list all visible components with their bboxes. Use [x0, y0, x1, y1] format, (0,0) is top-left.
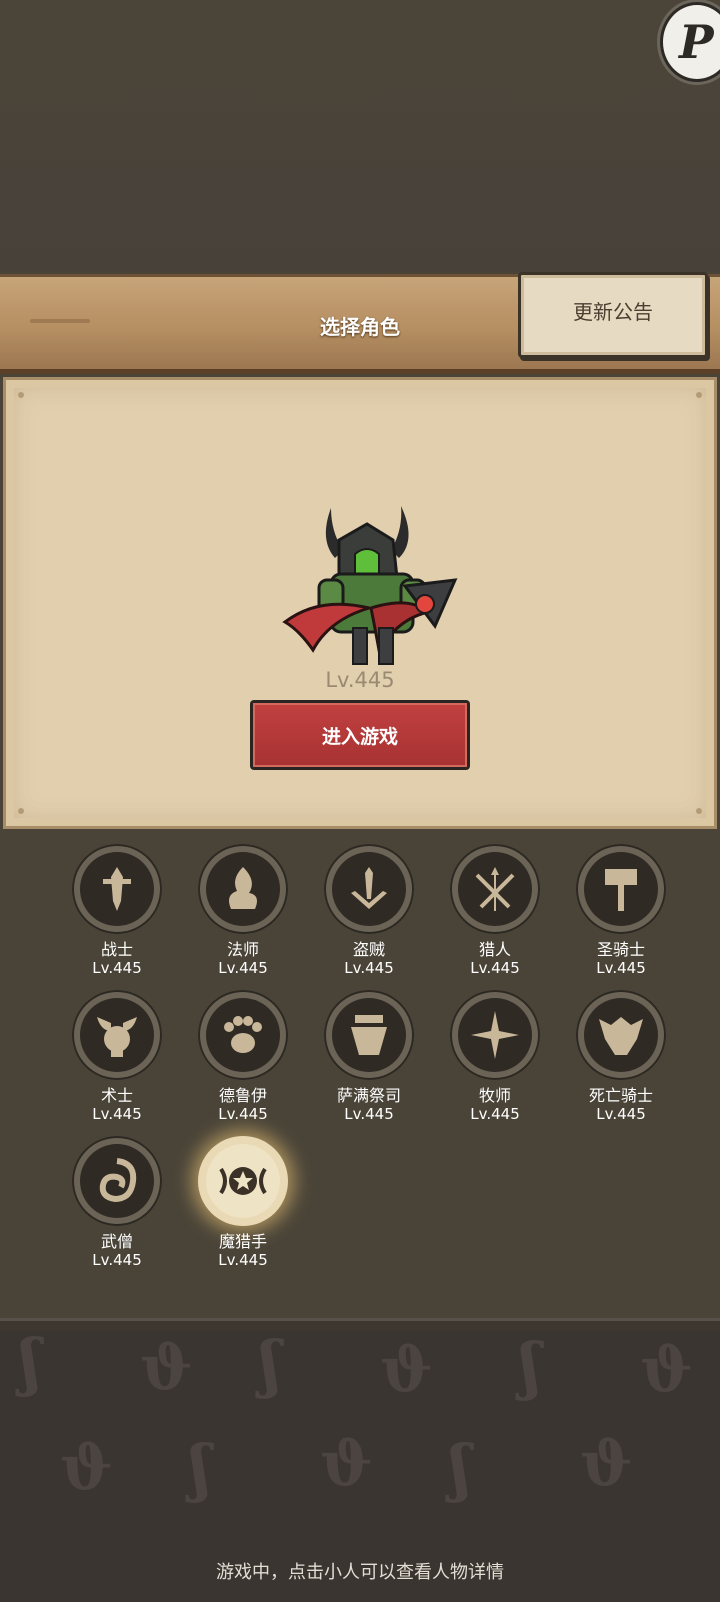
class-paladin[interactable]: 圣骑士 Lv.445 [562, 844, 672, 984]
class-level: Lv.445 [92, 1251, 142, 1269]
top-area [0, 0, 720, 272]
watermark-icon: ʃ [20, 1331, 41, 1398]
update-notice-button[interactable]: 更新公告 [518, 272, 708, 358]
skull-icon [97, 1017, 137, 1057]
footer-hint: 游戏中，点击小人可以查看人物详情 [216, 1562, 504, 1583]
star-crest-icon [219, 1167, 267, 1195]
sword-icon [103, 867, 131, 911]
watermark-icon: ʃ [190, 1431, 211, 1504]
class-name: 萨满祭司 [336, 1086, 401, 1105]
helm-icon [599, 1017, 643, 1055]
class-name: 牧师 [478, 1086, 511, 1105]
class-level: Lv.445 [344, 1105, 394, 1123]
arrows-icon [475, 867, 515, 911]
class-name: 战士 [100, 940, 133, 959]
watermark-icon: ʃ [260, 1331, 281, 1400]
class-name: 圣骑士 [596, 940, 645, 959]
watermark-icon: ʃ [450, 1431, 471, 1504]
paw-icon [224, 1016, 262, 1053]
class-level: Lv.445 [470, 959, 520, 977]
class-druid[interactable]: 德鲁伊 Lv.445 [184, 990, 294, 1130]
hammer-icon [605, 869, 637, 911]
flame-icon [229, 867, 257, 909]
hero-level: Lv.445 [325, 668, 395, 692]
class-warrior[interactable]: 战士 Lv.445 [58, 844, 168, 984]
class-priest[interactable]: 牧师 Lv.445 [436, 990, 546, 1130]
hero-character[interactable] [279, 500, 463, 680]
panel-nail [18, 392, 24, 398]
class-level: Lv.445 [218, 1105, 268, 1123]
class-level: Lv.445 [92, 1105, 142, 1123]
swirl-icon [99, 1158, 137, 1203]
panel-nail [696, 808, 702, 814]
class-level: Lv.445 [218, 1251, 268, 1269]
class-mage[interactable]: 法师 Lv.445 [184, 844, 294, 984]
class-death-knight[interactable]: 死亡骑士 Lv.445 [562, 990, 672, 1130]
class-level: Lv.445 [344, 959, 394, 977]
class-demon-hunter[interactable]: 魔猎手 Lv.445 [184, 1136, 294, 1276]
class-selection-grid: 战士 Lv.445 法师 Lv.445 盗贼 Lv.445 猎人 Lv.445 … [58, 844, 678, 1274]
class-name: 死亡骑士 [588, 1086, 653, 1105]
class-name: 法师 [226, 940, 259, 959]
class-level: Lv.445 [596, 1105, 646, 1123]
class-shaman[interactable]: 萨满祭司 Lv.445 [310, 990, 420, 1130]
class-level: Lv.445 [470, 1105, 520, 1123]
watermark-icon: ϑ [380, 1333, 433, 1406]
class-hunter[interactable]: 猎人 Lv.445 [436, 844, 546, 984]
dagger-icon [351, 867, 387, 909]
enter-game-label: 进入游戏 [321, 725, 398, 748]
divider [0, 1318, 720, 1331]
watermark-icon: ʃ [520, 1331, 541, 1402]
panel-nail [696, 392, 702, 398]
class-level: Lv.445 [92, 959, 142, 977]
star-burst-icon [471, 1011, 519, 1059]
class-monk[interactable]: 武僧 Lv.445 [58, 1136, 168, 1276]
panel-nail [18, 808, 24, 814]
class-level: Lv.445 [596, 959, 646, 977]
class-name: 德鲁伊 [218, 1086, 267, 1105]
class-name: 武僧 [100, 1232, 133, 1251]
watermark-icon: ϑ [580, 1427, 633, 1500]
class-warlock[interactable]: 术士 Lv.445 [58, 990, 168, 1130]
watermark-icon: ϑ [60, 1431, 113, 1504]
class-name: 盗贼 [352, 940, 385, 959]
totem-icon [351, 1015, 387, 1055]
class-rogue[interactable]: 盗贼 Lv.445 [310, 844, 420, 984]
corner-badge-letter: P [679, 15, 714, 69]
update-notice-label: 更新公告 [573, 300, 653, 324]
watermark-icon: ϑ [320, 1427, 373, 1500]
class-name: 猎人 [478, 940, 511, 959]
watermark-icon: ϑ [640, 1333, 693, 1406]
watermark-icon: ϑ [140, 1331, 193, 1404]
class-level: Lv.445 [218, 959, 268, 977]
enter-game-button[interactable]: 进入游戏 [250, 700, 470, 770]
class-name: 术士 [100, 1086, 133, 1105]
class-name: 魔猎手 [218, 1232, 267, 1251]
